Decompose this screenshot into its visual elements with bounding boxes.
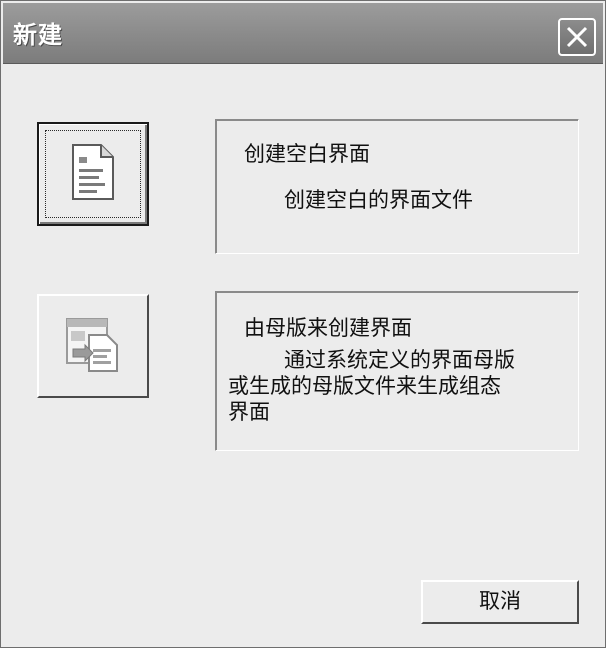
blank-document-icon: [67, 141, 119, 207]
template-option-description-box: 由母版来创建界面 通过系统定义的界面母版 或生成的母版文件来生成组态 界面: [215, 291, 579, 451]
blank-option-description: 创建空白的界面文件: [284, 188, 473, 212]
title-bar[interactable]: 新建: [3, 3, 603, 64]
cancel-button[interactable]: 取消: [421, 580, 579, 624]
close-button[interactable]: [558, 18, 596, 56]
template-option-description-line-3: 界面: [228, 400, 270, 424]
create-from-template-button[interactable]: [37, 294, 149, 398]
create-blank-button[interactable]: [37, 122, 149, 226]
template-option-title: 由母版来创建界面: [244, 316, 412, 340]
blank-option-description-box: 创建空白界面 创建空白的界面文件: [215, 119, 579, 254]
blank-option-title: 创建空白界面: [244, 142, 370, 166]
dialog-body: 创建空白界面 创建空白的界面文件 由母版来创建界面 通过系统定义的界面母版 或生…: [7, 64, 601, 646]
window-title: 新建: [13, 21, 63, 49]
new-dialog-window: 新建 创建空白界面 创建空白的界面文件 由母版来创建界面 通过系统定义的界面母版…: [0, 0, 606, 648]
template-document-icon: [63, 313, 123, 379]
